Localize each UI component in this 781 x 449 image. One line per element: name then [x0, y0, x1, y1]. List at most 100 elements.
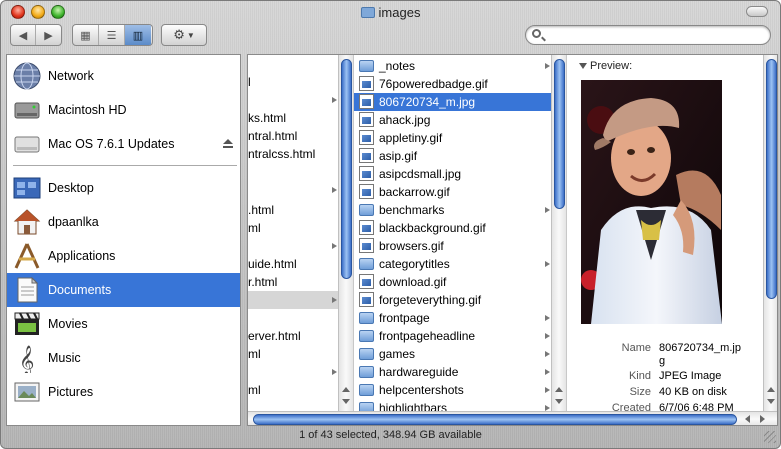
info-value-kind: JPEG Image — [659, 370, 722, 382]
list-item[interactable]: frontpage — [354, 309, 566, 327]
sidebar-item-macintosh-hd[interactable]: Macintosh HD — [7, 93, 240, 127]
scroll-left-icon[interactable] — [745, 415, 750, 423]
image-file-icon — [359, 184, 374, 199]
search-field[interactable] — [525, 25, 771, 45]
sidebar-item-network[interactable]: Network — [7, 59, 240, 93]
image-file-icon — [359, 166, 374, 181]
sidebar-item-applications[interactable]: Applications — [7, 239, 240, 273]
list-item[interactable]: blackbackground.gif — [354, 219, 566, 237]
scroll-down-icon[interactable] — [342, 399, 350, 404]
column-parent: l ks.html ntral.html ntralcss.html .html… — [248, 55, 354, 411]
scroll-down-icon[interactable] — [767, 399, 775, 404]
image-file-icon — [359, 238, 374, 253]
icon-view-button[interactable]: ▦ — [73, 25, 99, 45]
info-key-size: Size — [629, 386, 651, 398]
sidebar-item-label: Applications — [48, 249, 116, 263]
list-item[interactable]: frontpageheadline — [354, 327, 566, 345]
list-item[interactable]: hardwareguide — [354, 363, 566, 381]
home-icon — [12, 207, 42, 237]
list-item[interactable]: helpcentershots — [354, 381, 566, 399]
list-view-button[interactable]: ☰ — [99, 25, 125, 45]
list-lines-icon: ☰ — [106, 29, 117, 42]
image-file-icon — [359, 94, 374, 109]
column-view-button[interactable]: ▥ — [125, 25, 151, 45]
view-mode-control: ▦ ☰ ▥ — [72, 24, 153, 46]
info-key-kind: Kind — [628, 370, 651, 382]
sidebar-item-label: Network — [48, 69, 94, 83]
forward-arrow-icon: ▶ — [44, 29, 53, 42]
horizontal-scroll-thumb[interactable] — [253, 414, 737, 425]
column-browser: l ks.html ntral.html ntralcss.html .html… — [247, 54, 778, 426]
back-forward-control: ◀ ▶ — [10, 24, 62, 46]
folder-icon — [359, 402, 374, 411]
image-file-icon — [359, 274, 374, 289]
list-item[interactable]: ahack.jpg — [354, 111, 566, 129]
toolbar: ◀ ▶ ▦ ☰ ▥ ⚙ ▼ — [1, 24, 780, 50]
sidebar-item-label: Mac OS 7.6.1 Updates — [48, 137, 175, 151]
scroll-up-icon[interactable] — [342, 387, 350, 392]
preview-header[interactable]: Preview: — [579, 60, 632, 72]
sidebar-item-label: Pictures — [48, 385, 94, 399]
sidebar-item-mac-os-updates[interactable]: Mac OS 7.6.1 Updates — [7, 127, 240, 161]
scroll-thumb[interactable] — [341, 59, 352, 279]
list-item[interactable]: download.gif — [354, 273, 566, 291]
list-item[interactable]: forgeteverything.gif — [354, 291, 566, 309]
folder-icon — [359, 258, 374, 270]
folder-icon — [359, 312, 374, 324]
list-item[interactable]: 76poweredbadge.gif — [354, 75, 566, 93]
image-file-icon — [359, 112, 374, 127]
eject-icon[interactable] — [223, 139, 233, 148]
column-parent-scrollbar[interactable] — [338, 55, 353, 411]
documents-icon — [12, 275, 42, 305]
resize-grip-icon[interactable] — [764, 431, 776, 443]
chevron-right-icon — [332, 243, 337, 249]
list-item[interactable]: asipcdsmall.jpg — [354, 165, 566, 183]
sidebar-item-movies[interactable]: Movies — [7, 307, 240, 341]
title-bar[interactable]: images — [1, 1, 780, 23]
chevron-right-icon — [332, 297, 337, 303]
chevron-right-icon — [332, 369, 337, 375]
svg-text:𝄞: 𝄞 — [19, 345, 34, 373]
image-file-icon — [359, 292, 374, 307]
folder-icon — [359, 204, 374, 216]
info-key-created: Created — [611, 402, 651, 411]
scroll-up-icon[interactable] — [555, 387, 563, 392]
list-item[interactable]: appletiny.gif — [354, 129, 566, 147]
sidebar-item-music[interactable]: 𝄞 Music — [7, 341, 240, 377]
list-item[interactable]: browsers.gif — [354, 237, 566, 255]
preview-scrollbar[interactable] — [763, 55, 777, 411]
list-item[interactable]: highlightbars — [354, 399, 566, 411]
horizontal-scrollbar[interactable] — [248, 411, 777, 425]
scroll-thumb[interactable] — [766, 59, 777, 299]
scroll-up-icon[interactable] — [767, 387, 775, 392]
action-menu-button[interactable]: ⚙ ▼ — [161, 24, 207, 46]
search-input[interactable] — [548, 28, 758, 42]
list-item[interactable]: games — [354, 345, 566, 363]
toolbar-toggle-button[interactable] — [746, 6, 768, 17]
list-item[interactable]: categorytitles — [354, 255, 566, 273]
finder-window: images ◀ ▶ ▦ ☰ ▥ ⚙ ▼ Network Macintosh H… — [0, 0, 781, 449]
gear-icon: ⚙ — [173, 27, 185, 42]
sidebar-item-documents[interactable]: Documents — [7, 273, 240, 307]
list-item-selected[interactable]: 806720734_m.jpg — [354, 93, 566, 111]
forward-button[interactable]: ▶ — [36, 25, 61, 45]
list-item[interactable]: benchmarks — [354, 201, 566, 219]
folder-icon — [359, 330, 374, 342]
column-images: _notes 76poweredbadge.gif 806720734_m.jp… — [354, 55, 567, 411]
sidebar-item-pictures[interactable]: Pictures — [7, 375, 240, 409]
scroll-down-icon[interactable] — [555, 399, 563, 404]
list-item[interactable]: asip.gif — [354, 147, 566, 165]
chevron-right-icon — [545, 315, 550, 321]
list-item[interactable]: _notes — [354, 57, 566, 75]
network-globe-icon — [12, 61, 42, 91]
list-item[interactable]: backarrow.gif — [354, 183, 566, 201]
back-button[interactable]: ◀ — [11, 25, 37, 45]
sidebar-item-desktop[interactable]: Desktop — [7, 171, 240, 205]
scroll-thumb[interactable] — [554, 59, 565, 209]
sidebar-item-label: Documents — [48, 283, 112, 297]
sidebar-item-home[interactable]: dpaanlka — [7, 205, 240, 239]
scroll-right-icon[interactable] — [760, 415, 765, 423]
image-file-icon — [359, 148, 374, 163]
chevron-right-icon — [545, 387, 550, 393]
column-images-scrollbar[interactable] — [551, 55, 566, 411]
